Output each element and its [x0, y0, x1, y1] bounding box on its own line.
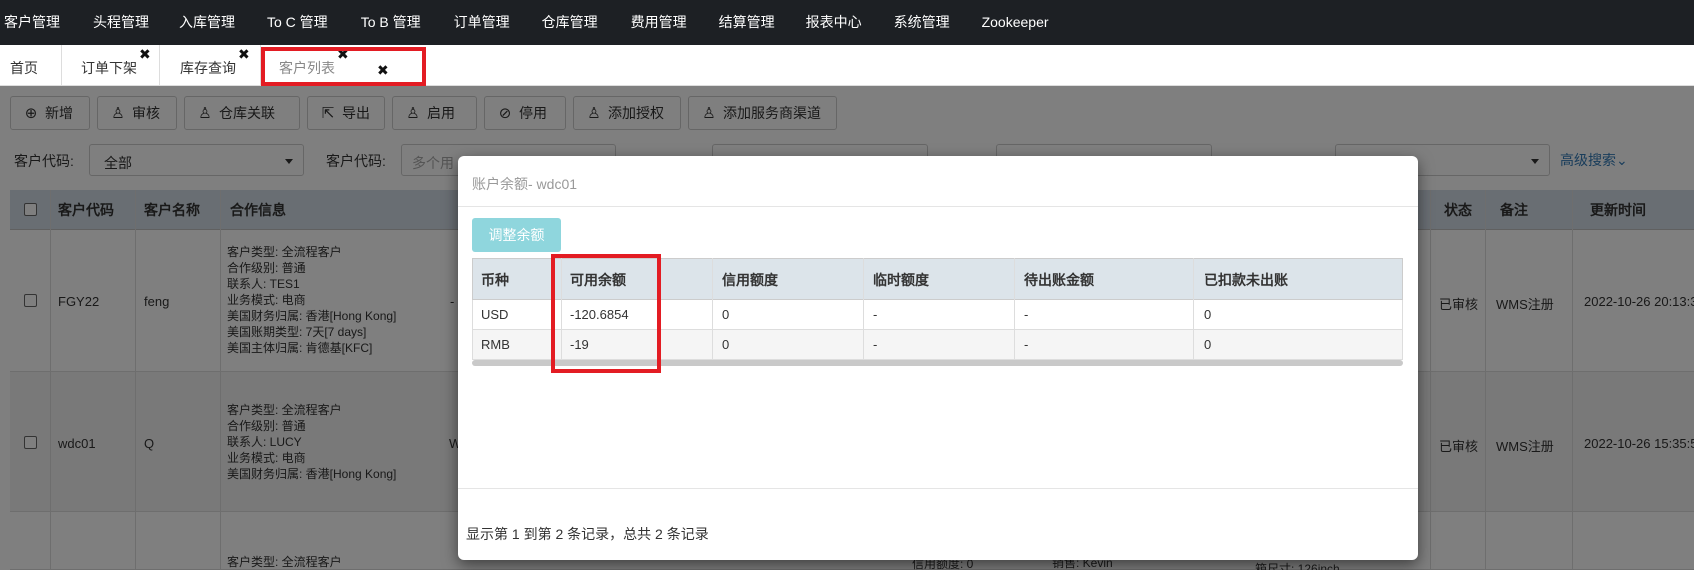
temp-cell: -: [873, 307, 878, 322]
pagination-info: 显示第 1 到第 2 条记录，总共 2 条记录: [466, 526, 709, 542]
currency-cell: RMB: [481, 337, 510, 352]
grid-line: [1014, 258, 1015, 360]
deducted-cell: 0: [1204, 307, 1212, 322]
tab-inventory-query[interactable]: 库存查询 ✖: [160, 45, 261, 86]
tab-label: 库存查询: [180, 60, 236, 76]
divider: [458, 206, 1418, 207]
nav-item-tob[interactable]: To B 管理: [357, 0, 450, 45]
close-icon[interactable]: ✖: [238, 47, 250, 61]
nav-item-orders[interactable]: 订单管理: [450, 0, 538, 45]
nav-item-zookeeper[interactable]: Zookeeper: [978, 0, 1067, 45]
column-header-currency[interactable]: 币种: [481, 259, 509, 301]
nav-item-inbound[interactable]: 入库管理: [175, 0, 263, 45]
nav-item-settlement[interactable]: 结算管理: [715, 0, 802, 45]
nav-item-fees[interactable]: 费用管理: [627, 0, 715, 45]
grid-line: [863, 258, 864, 360]
tab-bar: 首页 订单下架 ✖ 库存查询 ✖ 客户列表 ✖ ✖: [0, 45, 1694, 86]
tab-home[interactable]: 首页: [0, 45, 62, 86]
top-nav: 客户管理 头程管理 入库管理 To C 管理 To B 管理 订单管理 仓库管理…: [0, 0, 1694, 45]
grid-line: [712, 258, 713, 360]
credit-cell: 0: [722, 337, 730, 352]
divider: [458, 488, 1418, 489]
column-header-deducted[interactable]: 已扣款未出账: [1204, 259, 1288, 301]
nav-item-firstleg[interactable]: 头程管理: [89, 0, 175, 45]
pending-cell: -: [1024, 307, 1029, 322]
nav-item-customer[interactable]: 客户管理: [0, 0, 89, 45]
tab-label: 订单下架: [81, 60, 137, 76]
highlight-annotation: [551, 254, 661, 373]
column-header-credit[interactable]: 信用额度: [722, 259, 778, 301]
column-header-pending[interactable]: 待出账金额: [1024, 259, 1094, 301]
deducted-cell: 0: [1204, 337, 1212, 352]
adjust-balance-button[interactable]: 调整余额: [472, 218, 561, 252]
column-header-temp[interactable]: 临时额度: [873, 259, 929, 301]
highlight-annotation: [261, 47, 426, 86]
tab-label: 首页: [10, 60, 38, 76]
tab-order-offshelf[interactable]: 订单下架 ✖: [62, 45, 160, 86]
close-icon[interactable]: ✖: [139, 47, 151, 61]
modal-title: 账户余额- wdc01: [472, 176, 578, 192]
currency-cell: USD: [481, 307, 509, 322]
nav-item-reports[interactable]: 报表中心: [802, 0, 890, 45]
nav-item-system[interactable]: 系统管理: [890, 0, 978, 45]
nav-item-toc[interactable]: To C 管理: [263, 0, 357, 45]
nav-item-warehouse[interactable]: 仓库管理: [538, 0, 627, 45]
grid-line: [1193, 258, 1194, 360]
pending-cell: -: [1024, 337, 1029, 352]
credit-cell: 0: [722, 307, 730, 322]
temp-cell: -: [873, 337, 878, 352]
